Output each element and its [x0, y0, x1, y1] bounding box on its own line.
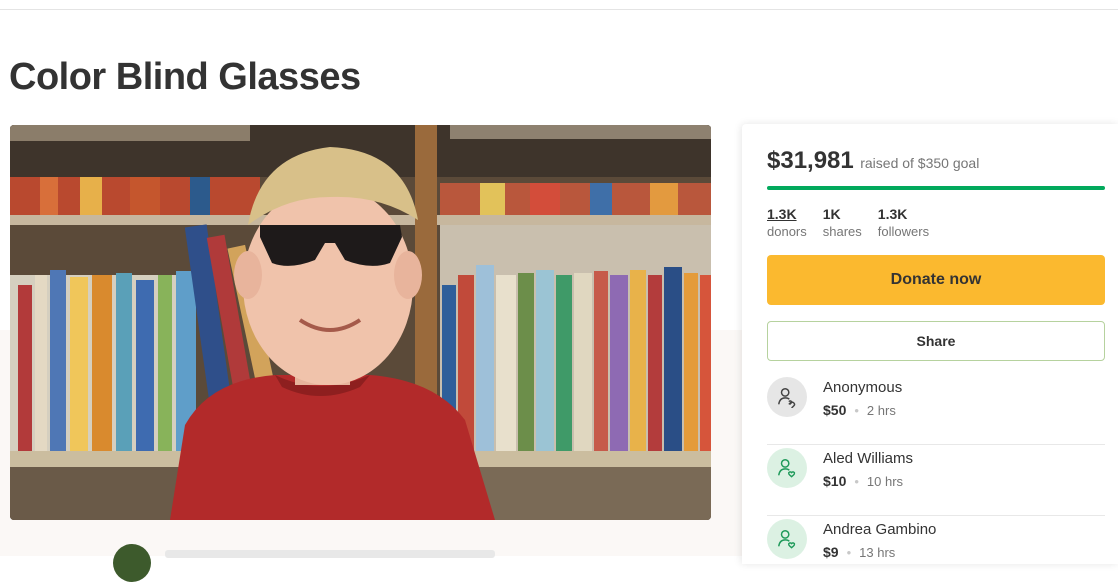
- donation-meta: $9 • 13 hrs: [823, 544, 895, 560]
- stat-donors-label: donors: [767, 224, 807, 239]
- stat-followers-label: followers: [877, 224, 930, 239]
- campaign-stats: 1.3K donors 1K shares 1.3K followers: [767, 206, 929, 240]
- stat-shares-label: shares: [822, 224, 862, 239]
- separator-dot: •: [854, 403, 859, 418]
- goal-text: raised of $350 goal: [860, 155, 980, 171]
- stat-followers-value: 1.3K: [877, 206, 908, 222]
- donation-time: 13 hrs: [859, 545, 896, 560]
- donation-amount: $50: [823, 402, 847, 418]
- raised-summary: $31,981 raised of $350 goal: [767, 147, 979, 175]
- organizer-text-placeholder: [165, 550, 495, 558]
- stat-followers: 1.3K followers: [878, 206, 929, 240]
- donor-name: Anonymous: [823, 379, 903, 396]
- stat-shares-value: 1K: [822, 206, 841, 222]
- donation-item: Andrea Gambino $9 • 13 hrs: [767, 516, 1105, 586]
- raised-amount: $31,981: [767, 147, 854, 174]
- donation-amount: $10: [823, 473, 847, 489]
- campaign-photo[interactable]: [10, 125, 711, 520]
- organizer-avatar[interactable]: [113, 544, 151, 582]
- donor-icon: [767, 448, 807, 488]
- separator-dot: •: [854, 474, 859, 489]
- stat-donors[interactable]: 1.3K donors: [767, 206, 807, 240]
- stat-shares: 1K shares: [823, 206, 862, 240]
- donation-amount: $9: [823, 544, 839, 560]
- progress-bar: [767, 186, 1105, 190]
- donation-meta: $10 • 10 hrs: [823, 473, 903, 489]
- donation-sidebar: $31,981 raised of $350 goal 1.3K donors …: [742, 124, 1118, 564]
- donation-item: Anonymous $50 • 2 hrs: [767, 374, 1105, 445]
- recent-donations-list: Anonymous $50 • 2 hrs Aled Williams $10 • 10…: [767, 374, 1105, 586]
- stat-donors-value[interactable]: 1.3K: [767, 206, 807, 223]
- donor-anonymous-icon: [767, 377, 807, 417]
- progress-bar-fill: [767, 186, 1105, 190]
- donor-name: Aled Williams: [823, 450, 914, 467]
- donation-item: Aled Williams $10 • 10 hrs: [767, 445, 1105, 516]
- donor-name: Andrea Gambino: [823, 521, 937, 538]
- share-button[interactable]: Share: [767, 321, 1105, 361]
- donate-now-button[interactable]: Donate now: [767, 255, 1105, 305]
- separator-dot: •: [846, 545, 852, 560]
- header-divider: [0, 9, 1118, 10]
- donation-meta: $50 • 2 hrs: [823, 402, 896, 418]
- page-title: Color Blind Glasses: [9, 56, 361, 98]
- donation-time: 2 hrs: [866, 403, 896, 418]
- donor-icon: [767, 519, 807, 559]
- donation-time: 10 hrs: [866, 474, 904, 489]
